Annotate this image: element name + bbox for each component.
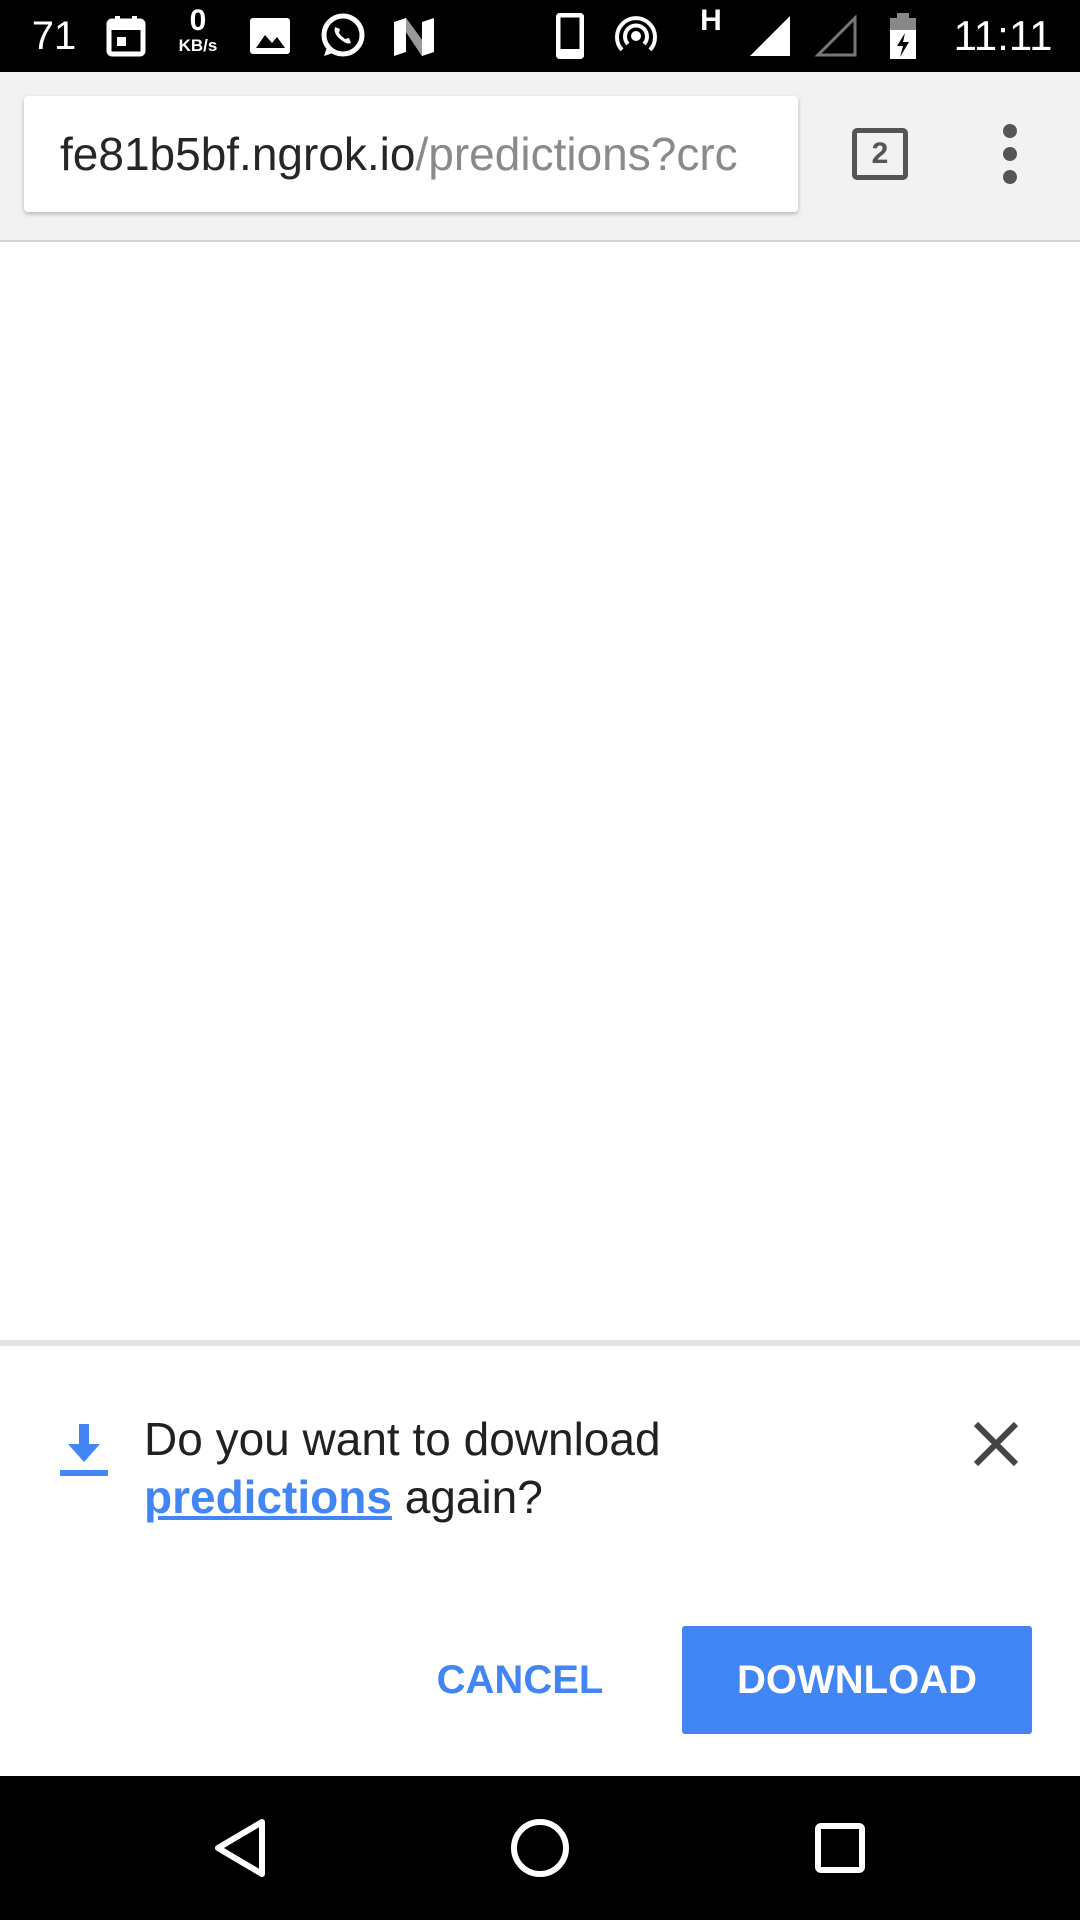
file-link[interactable]: predictions bbox=[144, 1471, 392, 1523]
signal-empty-icon bbox=[812, 0, 860, 72]
back-icon[interactable] bbox=[204, 1812, 276, 1884]
signal-icon bbox=[746, 0, 794, 72]
battery-level-text: 71 bbox=[31, 13, 77, 58]
net-speed: 0 KB/s bbox=[166, 6, 230, 66]
navigation-bar bbox=[0, 1776, 1080, 1920]
message-suffix: again? bbox=[391, 1471, 543, 1523]
gallery-icon bbox=[248, 0, 292, 72]
cancel-button[interactable]: CANCEL bbox=[420, 1626, 620, 1734]
download-infobar: Do you want to download predictions agai… bbox=[0, 1340, 1080, 1776]
battery-charging-icon bbox=[886, 0, 920, 72]
download-icon bbox=[58, 1422, 110, 1478]
url-text[interactable]: fe81b5bf.ngrok.io/predictions?crc bbox=[24, 127, 760, 181]
recents-icon[interactable] bbox=[804, 1812, 876, 1884]
status-bar: 71 0 KB/s H 11:11 bbox=[0, 0, 1080, 72]
calendar-icon bbox=[104, 0, 148, 72]
net-speed-value: 0 bbox=[189, 4, 207, 37]
hotspot-icon bbox=[612, 0, 660, 72]
page-content bbox=[0, 242, 1080, 1340]
n-icon bbox=[390, 0, 438, 72]
download-message: Do you want to download predictions agai… bbox=[144, 1410, 944, 1526]
overflow-menu-icon[interactable] bbox=[990, 122, 1030, 186]
net-speed-unit: KB/s bbox=[178, 36, 218, 55]
url-bar[interactable]: fe81b5bf.ngrok.io/predictions?crc bbox=[24, 96, 798, 212]
clock: 11:11 bbox=[953, 12, 1053, 59]
home-icon[interactable] bbox=[504, 1812, 576, 1884]
tab-switcher-button[interactable]: 2 bbox=[852, 128, 908, 180]
browser-toolbar: fe81b5bf.ngrok.io/predictions?crc 2 bbox=[0, 72, 1080, 242]
close-icon[interactable] bbox=[968, 1416, 1024, 1472]
whatsapp-icon bbox=[316, 0, 368, 72]
url-path: /predictions?crc bbox=[415, 128, 738, 180]
message-prefix: Do you want to download bbox=[144, 1413, 661, 1465]
network-type: H bbox=[700, 4, 722, 37]
phone-icon bbox=[554, 0, 586, 72]
download-button[interactable]: DOWNLOAD bbox=[682, 1626, 1032, 1734]
url-host: fe81b5bf.ngrok.io bbox=[60, 128, 416, 180]
